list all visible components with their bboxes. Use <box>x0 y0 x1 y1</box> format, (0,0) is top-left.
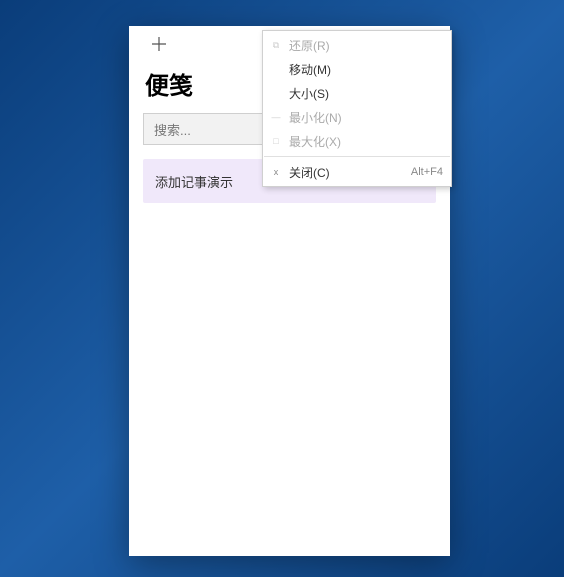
menu-size[interactable]: 大小(S) <box>263 81 451 105</box>
maximize-icon: □ <box>263 136 289 146</box>
titlebar-left <box>133 26 177 62</box>
search-placeholder: 搜索... <box>154 120 191 139</box>
note-text: 添加记事演示 <box>155 172 233 191</box>
restore-icon: ⧉ <box>263 40 289 51</box>
menu-move[interactable]: 移动(M) <box>263 57 451 81</box>
menu-close-shortcut: Alt+F4 <box>411 166 443 178</box>
menu-restore: ⧉ 还原(R) <box>263 33 451 57</box>
system-context-menu: ⧉ 还原(R) 移动(M) 大小(S) ― 最小化(N) □ 最大化(X) x … <box>262 30 452 187</box>
minimize-icon: ― <box>263 112 289 122</box>
menu-separator <box>264 156 450 157</box>
menu-minimize: ― 最小化(N) <box>263 105 451 129</box>
menu-maximize: □ 最大化(X) <box>263 129 451 153</box>
menu-close[interactable]: x 关闭(C) Alt+F4 <box>263 160 451 184</box>
add-note-button[interactable] <box>141 26 177 62</box>
close-menu-icon: x <box>263 167 289 177</box>
plus-icon <box>151 36 167 52</box>
